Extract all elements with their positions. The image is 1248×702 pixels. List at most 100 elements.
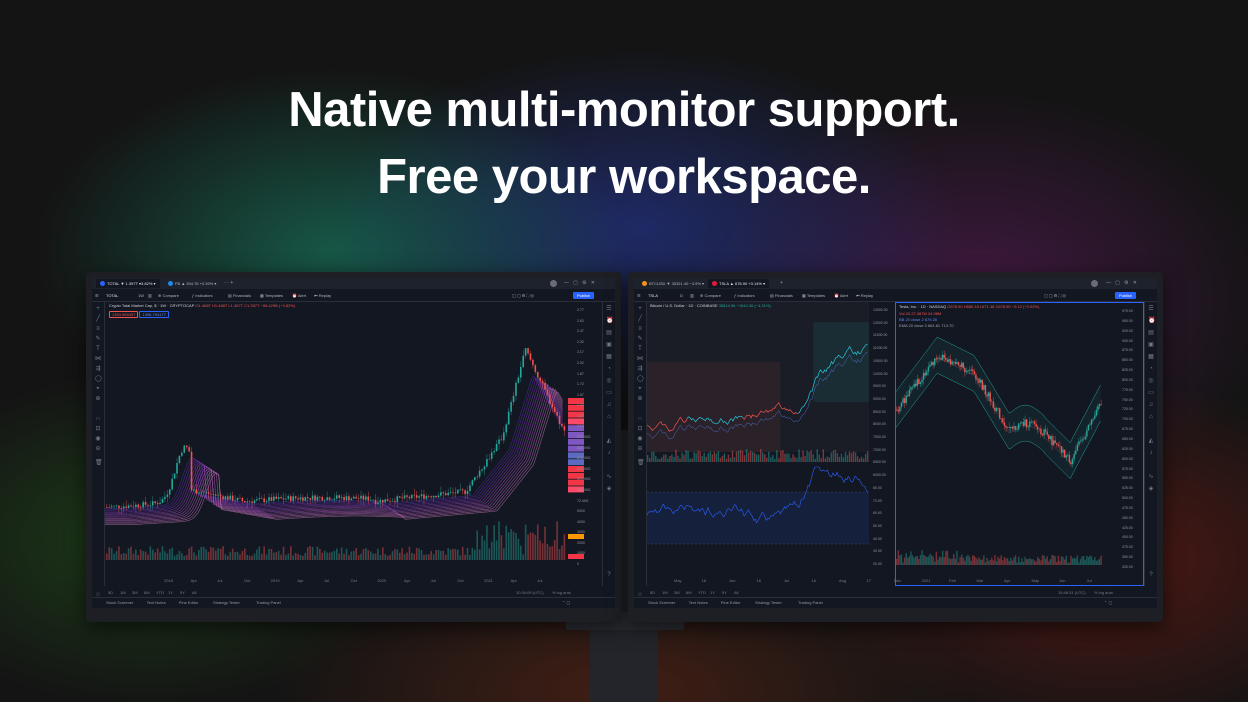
streams-icon[interactable]: ◎: [606, 378, 612, 384]
shapes-icon[interactable]: ◯: [95, 376, 102, 382]
symbol-search[interactable]: TSLA: [648, 291, 658, 300]
candle-type-icon[interactable]: ▥: [690, 291, 694, 300]
left-chart[interactable]: Crypto Total Market Cap, $ · 1W · CRYPTO…: [105, 302, 602, 586]
chat-icon[interactable]: ▭: [1148, 390, 1154, 396]
calendar-icon[interactable]: ▦: [606, 354, 612, 360]
interval-button[interactable]: 1W: [138, 291, 144, 300]
range-button[interactable]: 5Y: [180, 590, 185, 595]
bottom-panel-tab[interactable]: Strategy Tester: [213, 600, 240, 605]
dom-icon[interactable]: ◭: [606, 438, 612, 444]
bell-icon[interactable]: ♪: [606, 450, 612, 456]
bottom-panel-tab[interactable]: Pine Editor: [721, 600, 741, 605]
avatar[interactable]: [1091, 280, 1098, 287]
replay-button[interactable]: ⏮ Replay: [856, 291, 873, 300]
window-controls[interactable]: — ▢ ⚙ ✕: [1106, 279, 1137, 288]
hotlist-icon[interactable]: ▣: [1148, 342, 1154, 348]
bottom-panel-tab[interactable]: Text Notes: [689, 600, 708, 605]
templates-button[interactable]: ▦ Templates: [802, 291, 825, 300]
range-button[interactable]: 1M: [662, 590, 668, 595]
compare-button[interactable]: ⊕ Compare: [700, 291, 721, 300]
range-button[interactable]: 6M: [686, 590, 692, 595]
tab-fb[interactable]: FB ▲ 394.76 +0.39% ▾: [164, 279, 220, 288]
financials-button[interactable]: ▤ Financials: [228, 291, 251, 300]
layout-icons[interactable]: ▢ ▢ ⚙ ⛶ ◎: [1044, 291, 1066, 300]
alerts-icon[interactable]: ⏰: [606, 318, 613, 324]
order-panel-icon[interactable]: ⌂: [1148, 414, 1154, 420]
menu-icon[interactable]: ☰: [637, 291, 641, 300]
replay-button[interactable]: ⏮ Replay: [314, 291, 331, 300]
trash-icon[interactable]: 🗑: [637, 460, 645, 466]
watchlist-icon[interactable]: ☰: [606, 306, 612, 312]
bottom-panel-tab[interactable]: Strategy Tester: [755, 600, 782, 605]
zoom-icon[interactable]: ⊕: [637, 396, 643, 402]
data-window-icon[interactable]: ▤: [606, 330, 612, 336]
dom-icon[interactable]: ◭: [1148, 438, 1154, 444]
lock-icon[interactable]: ⊡: [95, 426, 101, 432]
crosshair-icon[interactable]: +: [95, 306, 101, 312]
help-icon[interactable]: ?: [1148, 572, 1154, 578]
publish-button[interactable]: Publish: [573, 292, 595, 299]
text-icon[interactable]: T: [95, 346, 101, 352]
hotlist-icon[interactable]: ▣: [606, 342, 612, 348]
calendar-icon[interactable]: ▦: [1148, 354, 1154, 360]
compare-button[interactable]: ⊕ Compare: [158, 291, 179, 300]
utc-clock[interactable]: 15:48:31 (UTC): [1058, 590, 1086, 595]
financials-button[interactable]: ▤ Financials: [770, 291, 793, 300]
left-chart-canvas[interactable]: [105, 302, 602, 574]
order-panel-icon[interactable]: ⌂: [606, 414, 612, 420]
pulse-icon[interactable]: ∿: [1148, 474, 1154, 480]
eye-icon[interactable]: ◉: [95, 436, 101, 442]
tsla-chart-canvas[interactable]: [896, 303, 1144, 575]
tab-btcusd[interactable]: BTCUSD ▼ 35321.40 −3.9% ▾: [638, 279, 708, 288]
range-button[interactable]: 3M: [132, 590, 138, 595]
range-button[interactable]: 5D: [108, 590, 113, 595]
utc-clock[interactable]: 10:34:09 (UTC): [516, 590, 544, 595]
forecast-icon[interactable]: ⇶: [637, 366, 643, 372]
forecast-icon[interactable]: ⇶: [95, 366, 101, 372]
window-controls[interactable]: — ▢ ⚙ ✕: [564, 279, 595, 288]
eye-icon[interactable]: ◉: [637, 436, 643, 442]
buy-badge[interactable]: 1396.794177: [139, 311, 169, 318]
scale-options[interactable]: % log auto: [1094, 590, 1113, 595]
alert-button[interactable]: ⏰ Alert: [292, 291, 306, 300]
magnet-icon[interactable]: ∩: [637, 416, 643, 422]
range-button[interactable]: 6M: [144, 590, 150, 595]
bottom-panel-tab[interactable]: Stock Screener: [648, 600, 675, 605]
collapse-panel-icon[interactable]: ⌃ ▢: [562, 600, 570, 605]
range-button[interactable]: 5D: [650, 590, 655, 595]
alerts-icon[interactable]: ⏰: [1148, 318, 1155, 324]
interval-button[interactable]: D: [680, 291, 683, 300]
sell-badge[interactable]: 1394.965497: [109, 311, 139, 318]
trendline-icon[interactable]: ╱: [95, 316, 101, 322]
data-window-icon[interactable]: ▤: [1148, 330, 1154, 336]
trash-icon[interactable]: 🗑: [95, 460, 103, 466]
indicators-button[interactable]: ƒ Indicators: [192, 291, 213, 300]
streams-icon[interactable]: ◎: [1148, 378, 1154, 384]
menu-icon[interactable]: ☰: [95, 291, 99, 300]
bell-icon[interactable]: ♪: [1148, 450, 1154, 456]
range-button[interactable]: 3M: [674, 590, 680, 595]
bottom-panel-tab[interactable]: Trading Panel: [256, 600, 281, 605]
symbol-search[interactable]: TOTAL: [106, 291, 119, 300]
new-tab-icon[interactable]: ⋯ +: [224, 279, 233, 288]
range-button[interactable]: All: [192, 590, 196, 595]
bottom-panel-tab[interactable]: Text Notes: [147, 600, 166, 605]
ideas-icon[interactable]: ◔: [606, 366, 612, 372]
range-button[interactable]: 5Y: [722, 590, 727, 595]
fib-icon[interactable]: ≡: [95, 326, 101, 332]
tsla-chart-pane[interactable]: Tesla, Inc. · 1D · NASDAQ O678.90 H680.1…: [895, 302, 1144, 586]
new-tab-icon[interactable]: +: [780, 279, 783, 288]
layers-icon[interactable]: ◈: [1148, 486, 1154, 492]
bottom-panel-tab[interactable]: Stock Screener: [106, 600, 133, 605]
indicators-button[interactable]: ƒ Indicators: [734, 291, 755, 300]
ideas-icon[interactable]: ◔: [1148, 366, 1154, 372]
layout-icons[interactable]: ▢ ▢ ⚙ ⛶ ◎: [512, 291, 534, 300]
notifications-icon[interactable]: ♫: [606, 402, 612, 408]
lock-icon[interactable]: ⊡: [637, 426, 643, 432]
notifications-icon[interactable]: ♫: [1148, 402, 1154, 408]
range-button[interactable]: YTD: [156, 590, 164, 595]
magnet-icon[interactable]: ∩: [95, 416, 101, 422]
publish-button[interactable]: Publish: [1115, 292, 1137, 299]
range-button[interactable]: YTD: [698, 590, 706, 595]
btc-chart-canvas[interactable]: [647, 302, 895, 574]
